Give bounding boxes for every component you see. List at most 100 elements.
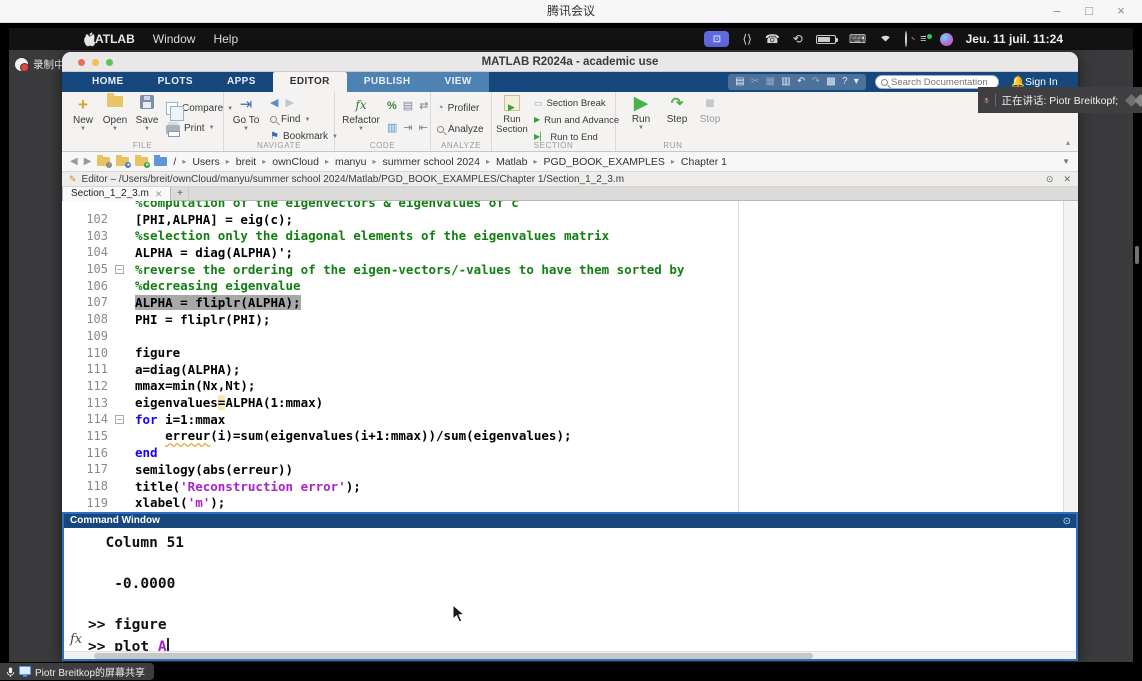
code-line[interactable]: 103%selection only the diagonal elements… — [62, 227, 1062, 244]
goto-button[interactable]: ⇥ Go To▼ — [229, 95, 263, 132]
smart-indent-icon[interactable]: ▥ — [387, 122, 397, 134]
displays-icon[interactable]: ≡ — [920, 33, 926, 45]
ribbon-tab-publish[interactable]: PUBLISH — [347, 72, 428, 92]
folder-browse-icon[interactable]: ➤ — [135, 157, 148, 166]
code-line[interactable]: 104ALPHA = diag(ALPHA)'; — [62, 244, 1062, 261]
hscrollbar-handle[interactable] — [94, 653, 813, 659]
code-line[interactable]: 117semilogy(abs(erreur)) — [62, 461, 1062, 478]
battery-icon[interactable] — [816, 35, 836, 44]
print-icon[interactable]: ▩ — [826, 74, 835, 90]
menubar-menu-window[interactable]: Window — [153, 32, 196, 46]
ribbon-tab-plots[interactable]: PLOTS — [141, 72, 210, 92]
analyze-button[interactable]: Analyze — [437, 124, 484, 135]
tab-close-icon[interactable]: ✕ — [155, 187, 163, 201]
path-back-icon[interactable]: ◀ — [70, 156, 78, 167]
new-button[interactable]: + New▼ — [68, 95, 98, 132]
section-break-button[interactable]: ▭ Section Break — [534, 97, 606, 109]
code-line[interactable]: 108PHI = fliplr(PHI); — [62, 311, 1062, 328]
code-line[interactable]: 111a=diag(ALPHA); — [62, 361, 1062, 378]
wrap-comments-icon[interactable]: ▤ — [403, 100, 413, 112]
minimize-button[interactable]: – — [1044, 0, 1070, 23]
code-line[interactable]: 105−%reverse the ordering of the eigen-v… — [62, 261, 1062, 278]
code-line[interactable]: 118title('Reconstruction error'); — [62, 478, 1062, 495]
command-window-output[interactable]: Column 51 -0.0000>> figure>> plot A — [64, 528, 1076, 651]
siri-icon[interactable] — [940, 33, 953, 46]
run-section-button[interactable]: Run Section — [494, 95, 530, 135]
phone-icon[interactable]: ☎ — [765, 32, 780, 46]
ribbon-tab-apps[interactable]: APPS — [210, 72, 273, 92]
folder-cloud-icon[interactable]: ● — [116, 157, 129, 166]
menubar-clock[interactable]: Jeu. 11 juil. 11:24 — [966, 32, 1063, 46]
screen-share-icon[interactable]: ⊡ — [704, 31, 729, 47]
command-window-menu-icon[interactable]: ⊙ — [1063, 515, 1071, 529]
annotation-strip[interactable] — [1063, 201, 1078, 512]
file-tab[interactable]: Section_1_2_3.m ✕ — [62, 187, 171, 201]
ribbon-tab-editor[interactable]: EDITOR — [273, 72, 347, 92]
ribbon-tab-view[interactable]: VIEW — [428, 72, 489, 92]
close-button[interactable]: × — [1108, 0, 1134, 23]
back-arrow-icon[interactable]: ◀ — [270, 96, 278, 109]
code-editor[interactable]: %computation of the eigenvectors & eigen… — [62, 201, 1078, 512]
breadcrumb-item[interactable]: ownCloud — [272, 156, 319, 168]
indent-left-icon[interactable]: ⇤ — [419, 122, 428, 134]
editor-close-icon[interactable]: ✕ — [1063, 174, 1071, 185]
ribbon-tab-home[interactable]: HOME — [75, 72, 141, 92]
find-button[interactable]: Find▼ — [270, 114, 310, 125]
breadcrumb-item[interactable]: PGD_BOOK_EXAMPLES — [544, 156, 665, 168]
dropdown-icon[interactable]: ▾ — [854, 74, 859, 90]
breadcrumb-item[interactable]: manyu — [335, 156, 367, 168]
command-window-header[interactable]: Command Window ⊙ — [64, 514, 1076, 528]
code-line[interactable]: 115 erreur(i)=sum(eigenvalues(i+1:mmax))… — [62, 428, 1062, 445]
print-button[interactable]: Print▼ — [166, 122, 215, 134]
breadcrumb-item[interactable]: Users — [192, 156, 219, 168]
fold-marker-icon[interactable]: − — [115, 265, 124, 274]
code-line[interactable]: 113eigenvalues=ALPHA(1:mmax) — [62, 394, 1062, 411]
code-line[interactable]: 116end — [62, 444, 1062, 461]
undo-icon[interactable]: ↶ — [797, 74, 805, 90]
uncomment-icon[interactable]: ⇄ — [419, 100, 428, 112]
refactor-button[interactable]: fx Refactor▼ — [339, 95, 383, 132]
code-brackets-icon[interactable]: ⟨⟩ — [742, 32, 751, 46]
code-line[interactable]: 119xlabel('m'); — [62, 494, 1062, 511]
code-line[interactable]: 109 — [62, 328, 1062, 345]
code-line[interactable]: 110figure — [62, 344, 1062, 361]
path-dropdown-icon[interactable]: ▼ — [1062, 157, 1070, 166]
command-window[interactable]: Command Window ⊙ Column 51 -0.0000>> fig… — [62, 512, 1078, 661]
search-input[interactable] — [891, 77, 993, 88]
spotlight-icon[interactable] — [905, 32, 907, 46]
comment-icon[interactable]: % — [387, 100, 397, 112]
run-button[interactable]: ▶ Run▼ — [626, 94, 656, 131]
run-and-advance-button[interactable]: ▶ Run and Advance — [534, 114, 619, 126]
code-line[interactable]: 102[PHI,ALPHA] = eig(c); — [62, 211, 1062, 228]
apple-logo-icon[interactable] — [84, 32, 97, 47]
code-line[interactable]: 114−for i=1:mmax — [62, 411, 1062, 428]
code-line[interactable]: 107ALPHA = fliplr(ALPHA); — [62, 294, 1062, 311]
time-machine-icon[interactable]: ⟲ — [793, 32, 803, 46]
code-line[interactable]: %computation of the eigenvectors & eigen… — [62, 201, 1062, 211]
breadcrumb-item[interactable]: Chapter 1 — [681, 156, 727, 168]
save-button[interactable]: Save▼ — [132, 95, 162, 132]
breadcrumb-item[interactable]: breit — [236, 156, 256, 168]
breadcrumb-item[interactable]: Matlab — [496, 156, 528, 168]
step-button[interactable]: ↷ Step — [662, 94, 692, 125]
collapse-ribbon-icon[interactable]: ▴ — [1066, 138, 1070, 147]
folder-up-icon[interactable]: ↑ — [97, 157, 110, 166]
keyboard-icon[interactable]: ⌨ — [849, 32, 866, 46]
code-line[interactable]: 106%decreasing eigenvalue — [62, 277, 1062, 294]
help-icon[interactable]: ? — [842, 74, 848, 90]
screen-share-badge[interactable]: Piotr Breitkop的屏幕共享 — [0, 663, 154, 680]
fold-marker-icon[interactable]: − — [115, 415, 124, 424]
path-forward-icon[interactable]: ▶ — [84, 156, 92, 167]
profiler-button[interactable]: ◔ Profiler — [437, 102, 479, 114]
paste-icon[interactable]: ▥ — [781, 74, 790, 90]
command-window-hscrollbar[interactable] — [64, 651, 1076, 659]
maximize-button[interactable]: □ — [1076, 0, 1102, 23]
breadcrumb-item[interactable]: summer school 2024 — [382, 156, 479, 168]
wifi-icon[interactable] — [879, 32, 892, 46]
open-button[interactable]: Open▼ — [100, 95, 130, 132]
menubar-menu-help[interactable]: Help — [213, 32, 238, 46]
indent-right-icon[interactable]: ⇥ — [403, 122, 412, 134]
save-icon[interactable]: ▤ — [735, 74, 744, 90]
code-line[interactable]: 112mmax=min(Nx,Nt); — [62, 378, 1062, 395]
breadcrumb-item[interactable]: / — [173, 156, 176, 168]
